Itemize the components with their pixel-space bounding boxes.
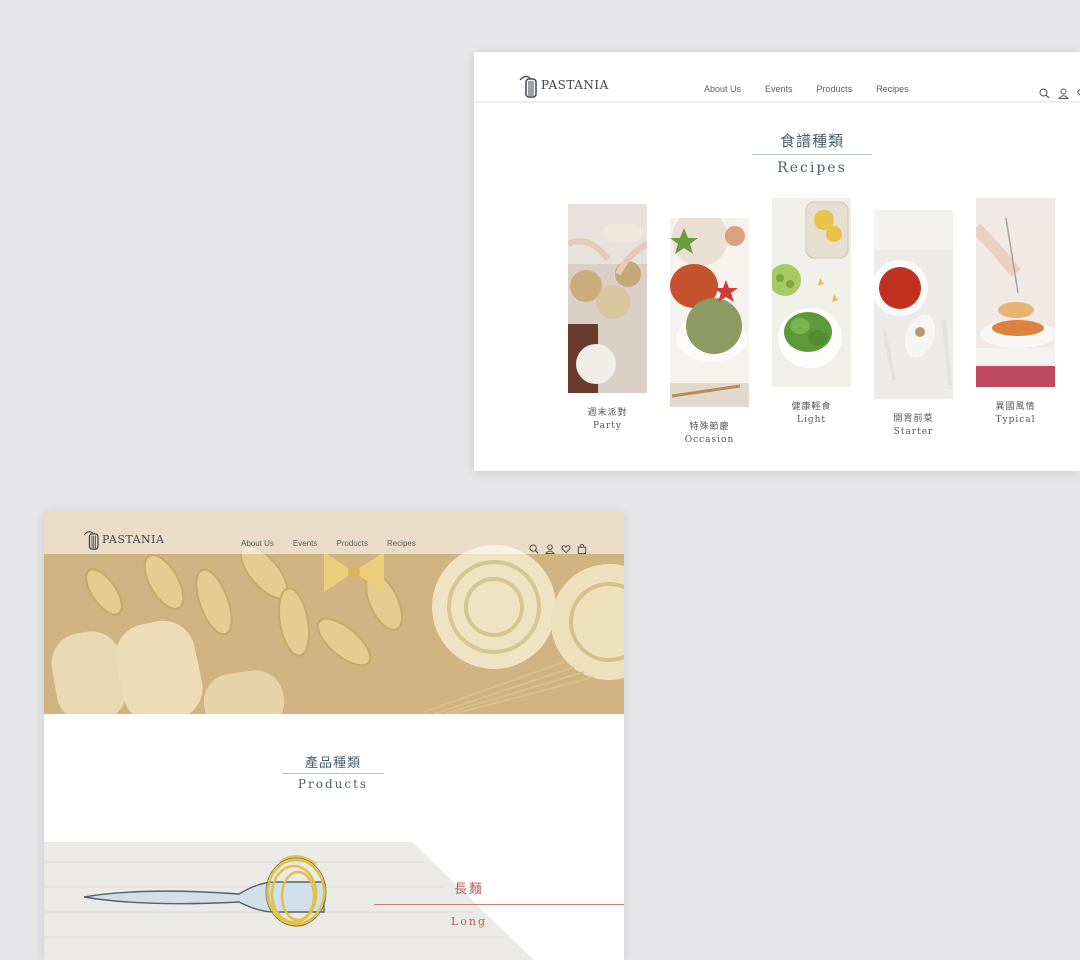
nav-products[interactable]: Products — [336, 539, 368, 548]
nav-events[interactable]: Events — [293, 539, 317, 548]
hero-pasta-image: PASTANIA About Us Events Products Recipe… — [44, 512, 624, 714]
fork-pasta-illustration — [44, 842, 534, 960]
user-icon[interactable] — [1057, 84, 1070, 103]
fork-logo-icon — [83, 531, 99, 550]
section-title-cn: 食譜種類 — [779, 132, 844, 150]
site-header: PASTANIA About Us Events Products Recipe… — [474, 52, 1080, 103]
section-divider — [282, 773, 384, 774]
occasion-photo — [670, 218, 749, 407]
main-nav: About Us Events Products Recipes — [241, 539, 416, 548]
nav-products[interactable]: Products — [817, 84, 853, 94]
recipe-category-starter[interactable]: 開胃前菜 Starter — [874, 210, 953, 437]
banner-divider — [374, 904, 624, 905]
light-photo — [772, 198, 851, 387]
search-icon[interactable] — [529, 539, 539, 558]
search-icon[interactable] — [1039, 84, 1050, 103]
recipe-label-cn: 異國風情 — [995, 402, 1036, 412]
heart-icon[interactable] — [561, 539, 571, 558]
section-title-cn: 產品種類 — [304, 756, 361, 771]
recipes-page-mockup: PASTANIA About Us Events Products Recipe… — [474, 52, 1080, 471]
section-divider — [752, 154, 872, 155]
main-nav: About Us Events Products Recipes — [704, 84, 909, 94]
banner-title-en: Long — [451, 915, 488, 928]
section-title-en: Recipes — [777, 160, 847, 176]
recipe-label-cn: 開胃前菜 — [893, 414, 934, 424]
site-header: PASTANIA About Us Events Products Recipe… — [44, 512, 624, 554]
brand-logo[interactable]: PASTANIA — [518, 72, 609, 98]
category-banner-long[interactable]: 長麵 Long — [44, 842, 624, 960]
recipe-label-en: Starter — [893, 427, 934, 437]
recipe-category-typical[interactable]: 異國風情 Typical — [976, 198, 1055, 425]
starter-photo — [874, 210, 953, 399]
fork-logo-icon — [519, 75, 537, 98]
bag-icon[interactable] — [577, 539, 587, 558]
recipe-label-en: Party — [592, 421, 623, 431]
header-icons — [1039, 84, 1080, 103]
recipe-category-occasion[interactable]: 特殊節慶 Occasion — [670, 218, 749, 445]
user-icon[interactable] — [544, 539, 556, 558]
banner-title-cn: 長麵 — [454, 882, 485, 897]
party-photo — [568, 204, 647, 393]
recipe-label-en: Occasion — [684, 435, 735, 445]
nav-events[interactable]: Events — [765, 84, 793, 94]
nav-recipes[interactable]: Recipes — [387, 539, 416, 548]
products-page-mockup: PASTANIA About Us Events Products Recipe… — [44, 512, 624, 960]
recipe-label-cn: 週末派對 — [587, 408, 628, 418]
recipe-label-cn: 健康輕食 — [791, 402, 832, 412]
nav-about-us[interactable]: About Us — [704, 84, 741, 94]
nav-recipes[interactable]: Recipes — [876, 84, 909, 94]
recipe-label-en: Typical — [995, 415, 1036, 425]
brand-name: PASTANIA — [102, 532, 165, 546]
recipe-label-en: Light — [796, 415, 827, 425]
typical-photo — [976, 198, 1055, 387]
section-title-en: Products — [297, 777, 369, 791]
header-icons — [529, 539, 587, 558]
brand-name: PASTANIA — [541, 78, 609, 92]
nav-about-us[interactable]: About Us — [241, 539, 274, 548]
recipe-category-light[interactable]: 健康輕食 Light — [772, 198, 851, 425]
recipe-category-party[interactable]: 週末派對 Party — [568, 204, 647, 431]
brand-logo[interactable]: PASTANIA — [82, 528, 164, 550]
recipe-label-cn: 特殊節慶 — [689, 422, 730, 432]
